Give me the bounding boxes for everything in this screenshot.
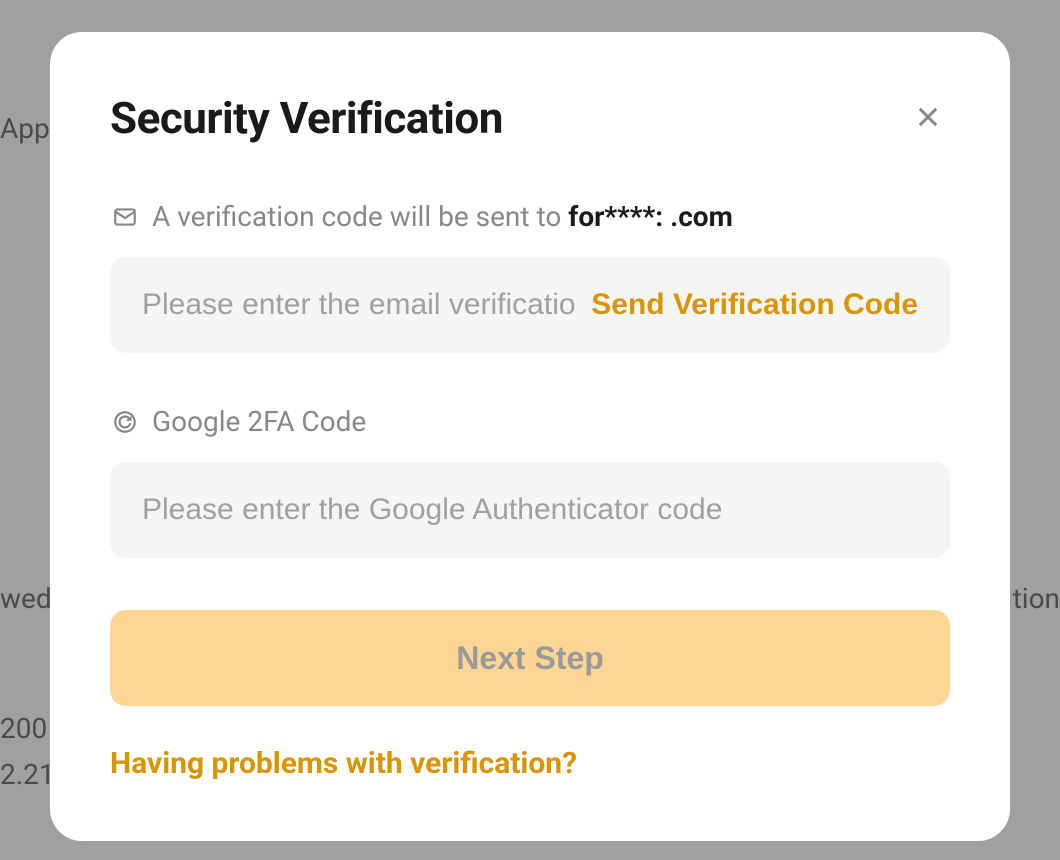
google-2fa-label: Google 2FA Code <box>152 405 366 438</box>
email-label-row: A verification code will be sent to for*… <box>110 200 950 233</box>
backdrop-text: tion <box>1013 582 1060 615</box>
send-verification-code-button[interactable]: Send Verification Code <box>575 288 918 322</box>
backdrop-text: 200 <box>0 712 47 745</box>
modal-header: Security Verification <box>110 92 950 144</box>
backdrop-text: App <box>0 112 50 145</box>
email-label-text: A verification code will be sent to for*… <box>152 200 733 233</box>
google-2fa-label-row: Google 2FA Code <box>110 405 950 438</box>
email-code-input[interactable] <box>142 288 575 322</box>
google-2fa-input[interactable] <box>142 493 918 527</box>
backdrop-text: wed <box>0 582 52 615</box>
email-code-input-wrapper: Send Verification Code <box>110 257 950 353</box>
next-step-button[interactable]: Next Step <box>110 610 950 706</box>
verification-help-link[interactable]: Having problems with verification? <box>110 746 577 781</box>
mail-icon <box>112 204 138 230</box>
security-verification-modal: Security Verification A verification cod… <box>50 32 1010 841</box>
google-icon <box>112 409 138 435</box>
modal-title: Security Verification <box>110 92 503 144</box>
masked-email: for****: .com <box>568 200 733 233</box>
backdrop-text: 2.21 <box>0 758 55 791</box>
close-icon <box>914 103 942 134</box>
google-2fa-input-wrapper <box>110 462 950 558</box>
close-button[interactable] <box>906 95 950 142</box>
